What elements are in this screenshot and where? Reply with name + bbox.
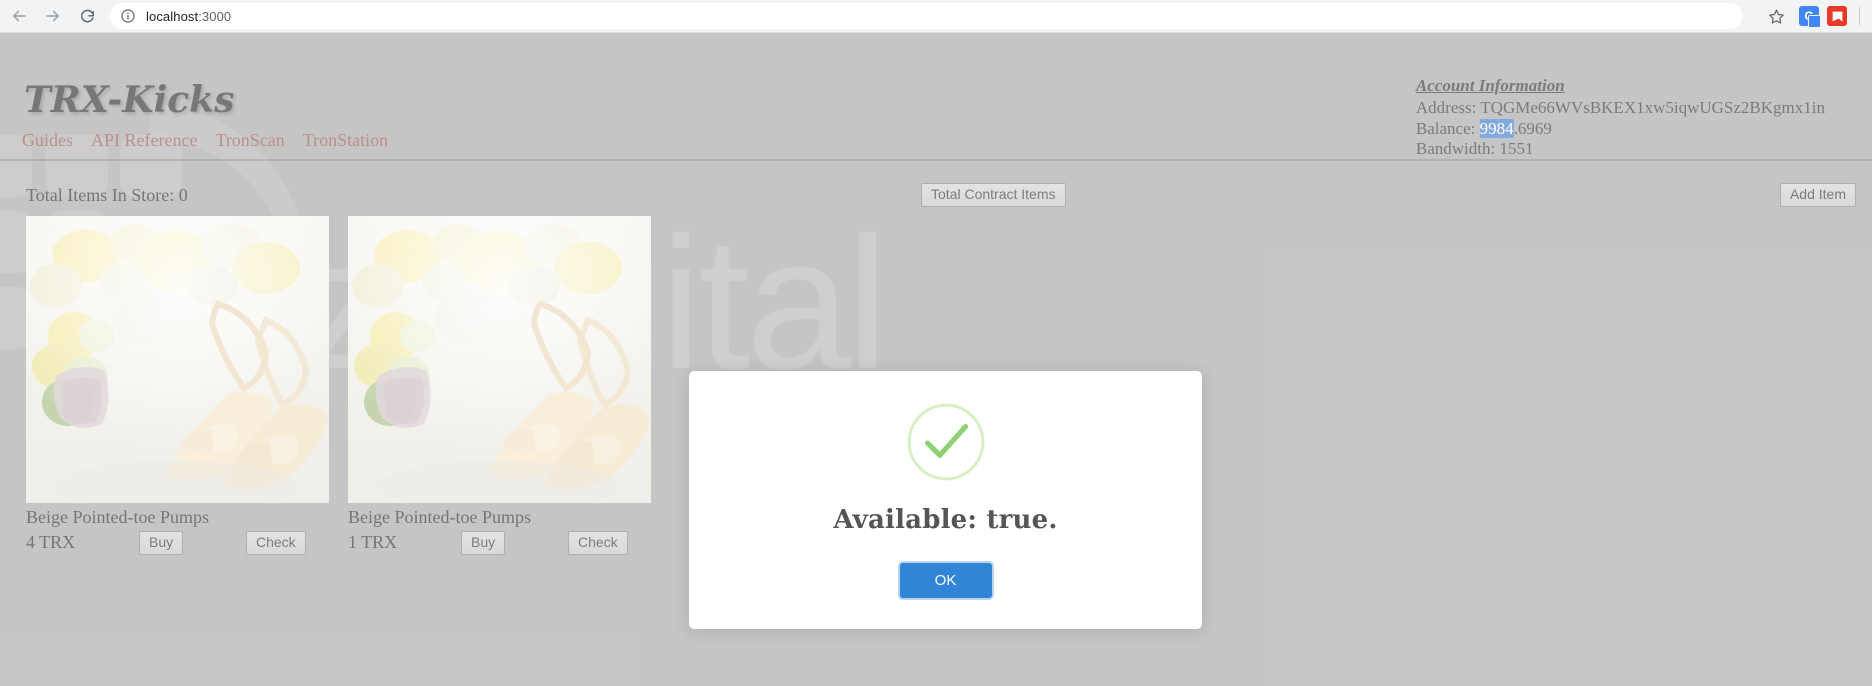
modal-ok-button[interactable]: OK: [897, 561, 994, 600]
google-translate-extension-icon[interactable]: G: [1799, 6, 1821, 28]
success-check-circle-icon: [907, 403, 984, 481]
info-circle-icon[interactable]: [120, 8, 136, 24]
success-modal: Available: true. OK: [689, 371, 1202, 629]
forward-arrow-icon[interactable]: [38, 1, 68, 31]
modal-overlay[interactable]: Available: true. OK: [0, 33, 1872, 686]
url-text: localhost:3000: [146, 9, 231, 24]
browser-chrome: localhost:3000 G: [0, 0, 1872, 33]
back-arrow-icon[interactable]: [4, 1, 34, 31]
url-host: localhost: [146, 8, 199, 24]
page-content: ArzDigital TRX-Kicks Guides API Referenc…: [0, 33, 1872, 686]
reload-icon[interactable]: [72, 1, 102, 31]
modal-message: Available: true.: [833, 505, 1058, 535]
chrome-action-icons: G: [1753, 1, 1872, 31]
address-bar[interactable]: localhost:3000: [110, 3, 1743, 29]
star-icon[interactable]: [1761, 1, 1791, 31]
url-port: :3000: [198, 8, 232, 24]
red-extension-icon[interactable]: [1827, 6, 1847, 26]
toolbar-divider: [1859, 7, 1860, 25]
